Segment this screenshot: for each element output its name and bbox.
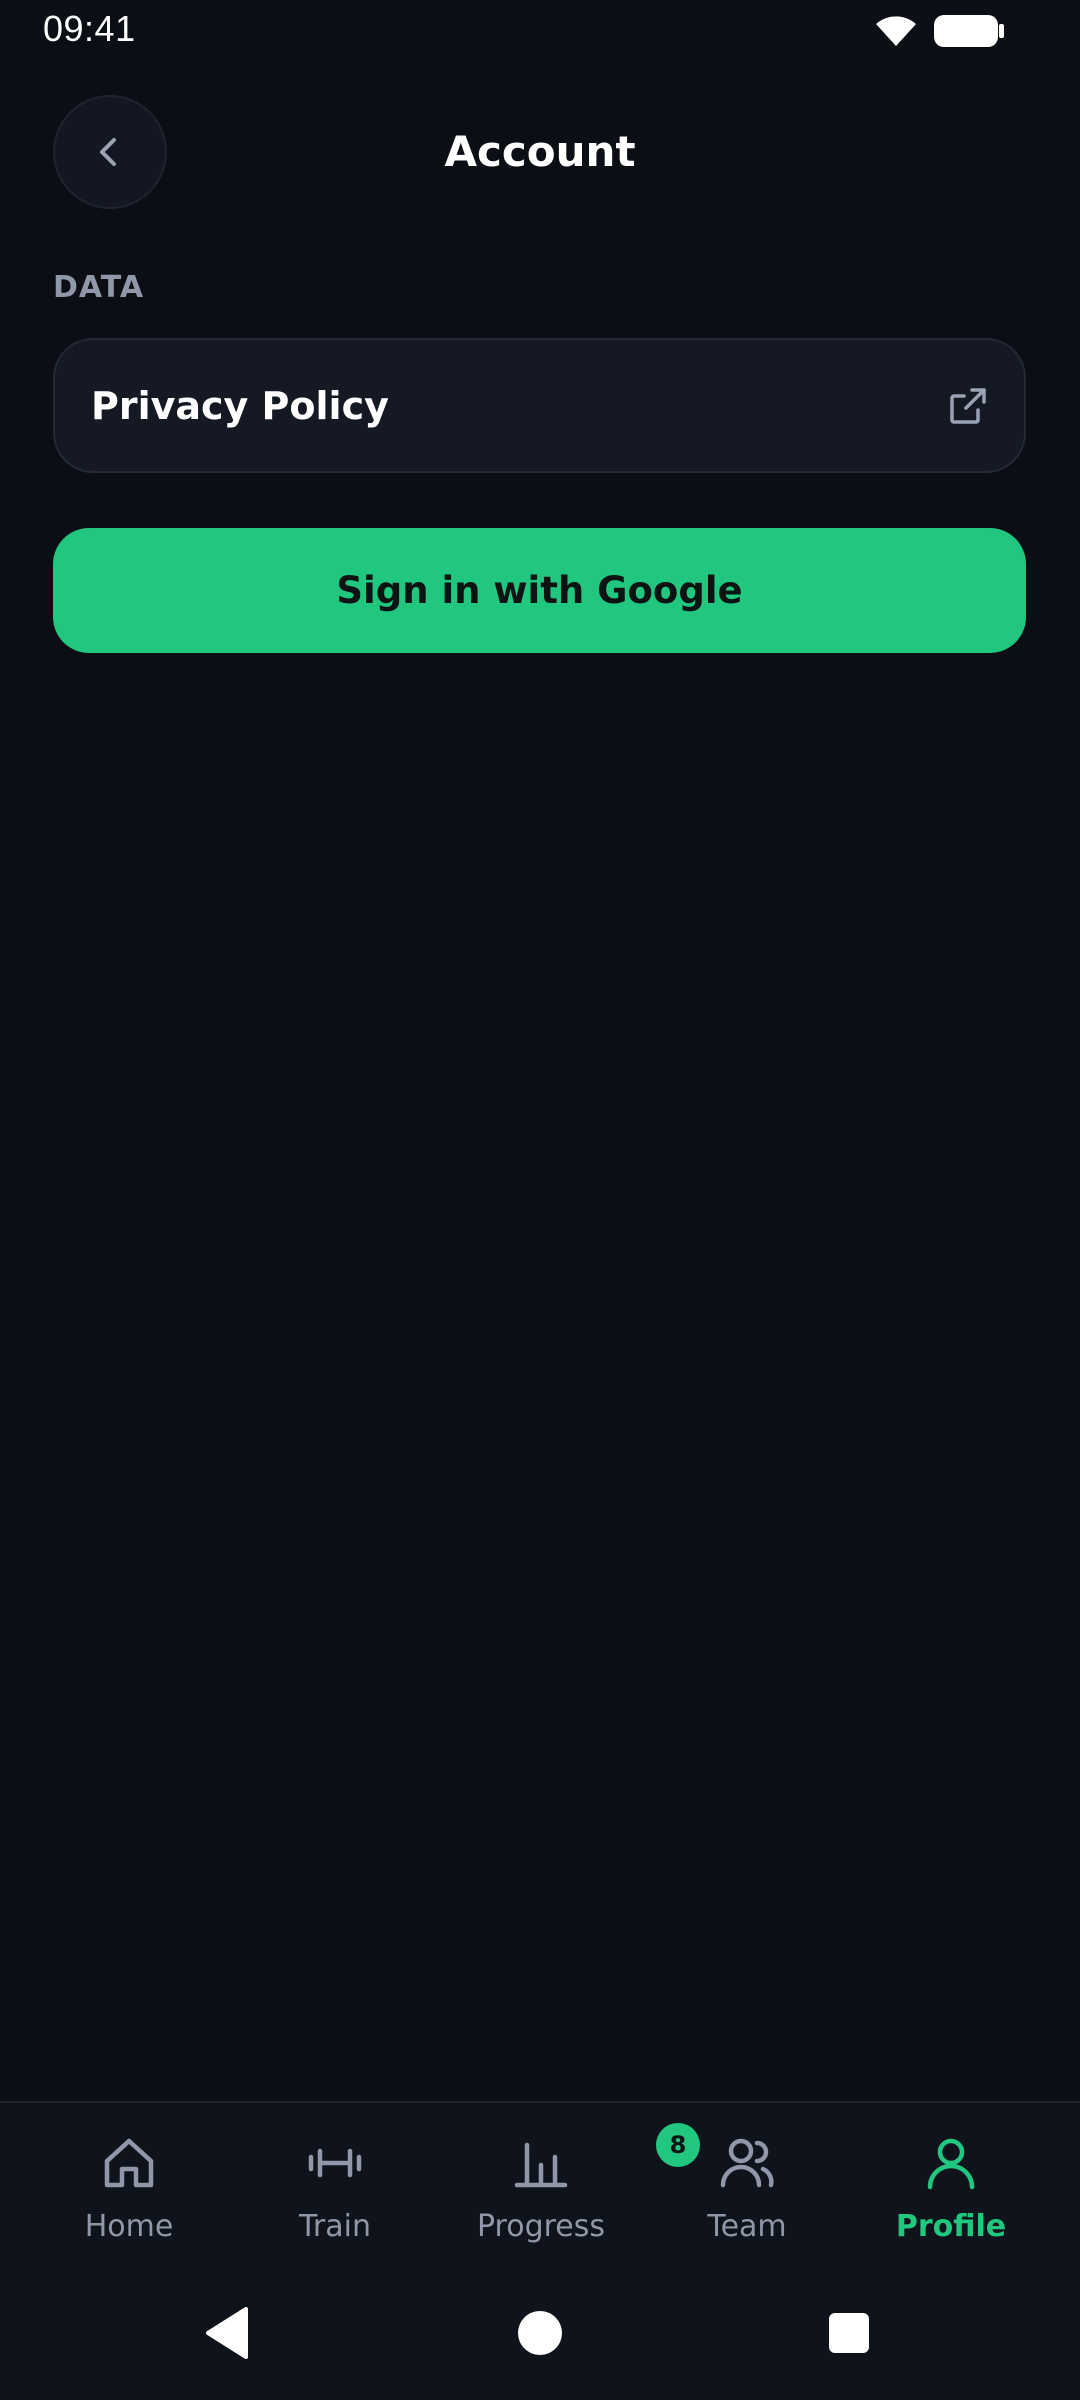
wifi-icon bbox=[876, 16, 916, 46]
privacy-policy-link[interactable]: Privacy Policy bbox=[53, 338, 1026, 473]
nav-label-home: Home bbox=[84, 2209, 174, 2244]
system-nav-bar bbox=[0, 2263, 1080, 2400]
nav-label-progress: Progress bbox=[476, 2209, 606, 2244]
system-recents-icon[interactable] bbox=[819, 2303, 879, 2363]
status-time: 09:41 bbox=[43, 8, 136, 49]
nav-item-profile[interactable]: Profile bbox=[851, 2103, 1051, 2263]
page-title: Account bbox=[444, 127, 636, 176]
nav-item-progress[interactable]: Progress bbox=[441, 2103, 641, 2263]
dumbbell-icon bbox=[308, 2148, 362, 2178]
home-icon bbox=[104, 2138, 154, 2188]
external-link-icon bbox=[950, 387, 986, 424]
nav-label-train: Train bbox=[299, 2209, 371, 2244]
nav-item-train[interactable]: Train bbox=[235, 2103, 435, 2263]
bar-chart-icon bbox=[514, 2142, 568, 2188]
team-badge: 8 bbox=[656, 2123, 700, 2167]
nav-label-profile: Profile bbox=[895, 2209, 1007, 2244]
battery-icon bbox=[934, 15, 1004, 47]
status-bar: 09:41 bbox=[0, 0, 1080, 60]
section-label: DATA bbox=[53, 270, 145, 305]
user-icon bbox=[927, 2138, 975, 2190]
bottom-nav: Home Train Progress Team 8 Profile bbox=[0, 2101, 1080, 2263]
team-icon bbox=[720, 2138, 774, 2188]
system-home-icon[interactable] bbox=[510, 2303, 570, 2363]
nav-label-team: Team bbox=[707, 2209, 787, 2244]
nav-item-home[interactable]: Home bbox=[29, 2103, 229, 2263]
system-back-icon[interactable] bbox=[198, 2303, 258, 2363]
privacy-policy-label: Privacy Policy bbox=[91, 383, 389, 428]
sign-in-google-button[interactable]: Sign in with Google bbox=[53, 528, 1026, 653]
